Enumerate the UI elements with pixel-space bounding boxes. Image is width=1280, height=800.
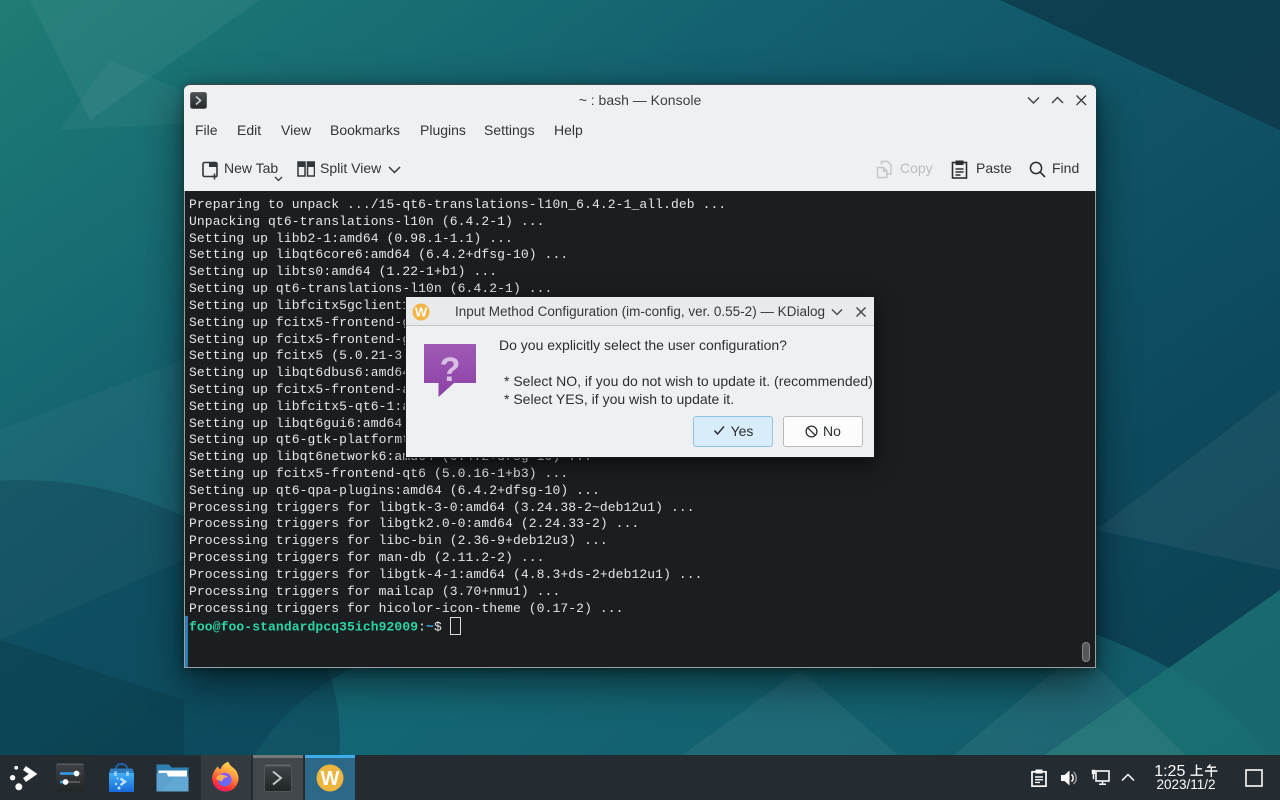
svg-text:?: ? (440, 351, 461, 389)
svg-text:W: W (321, 768, 340, 790)
